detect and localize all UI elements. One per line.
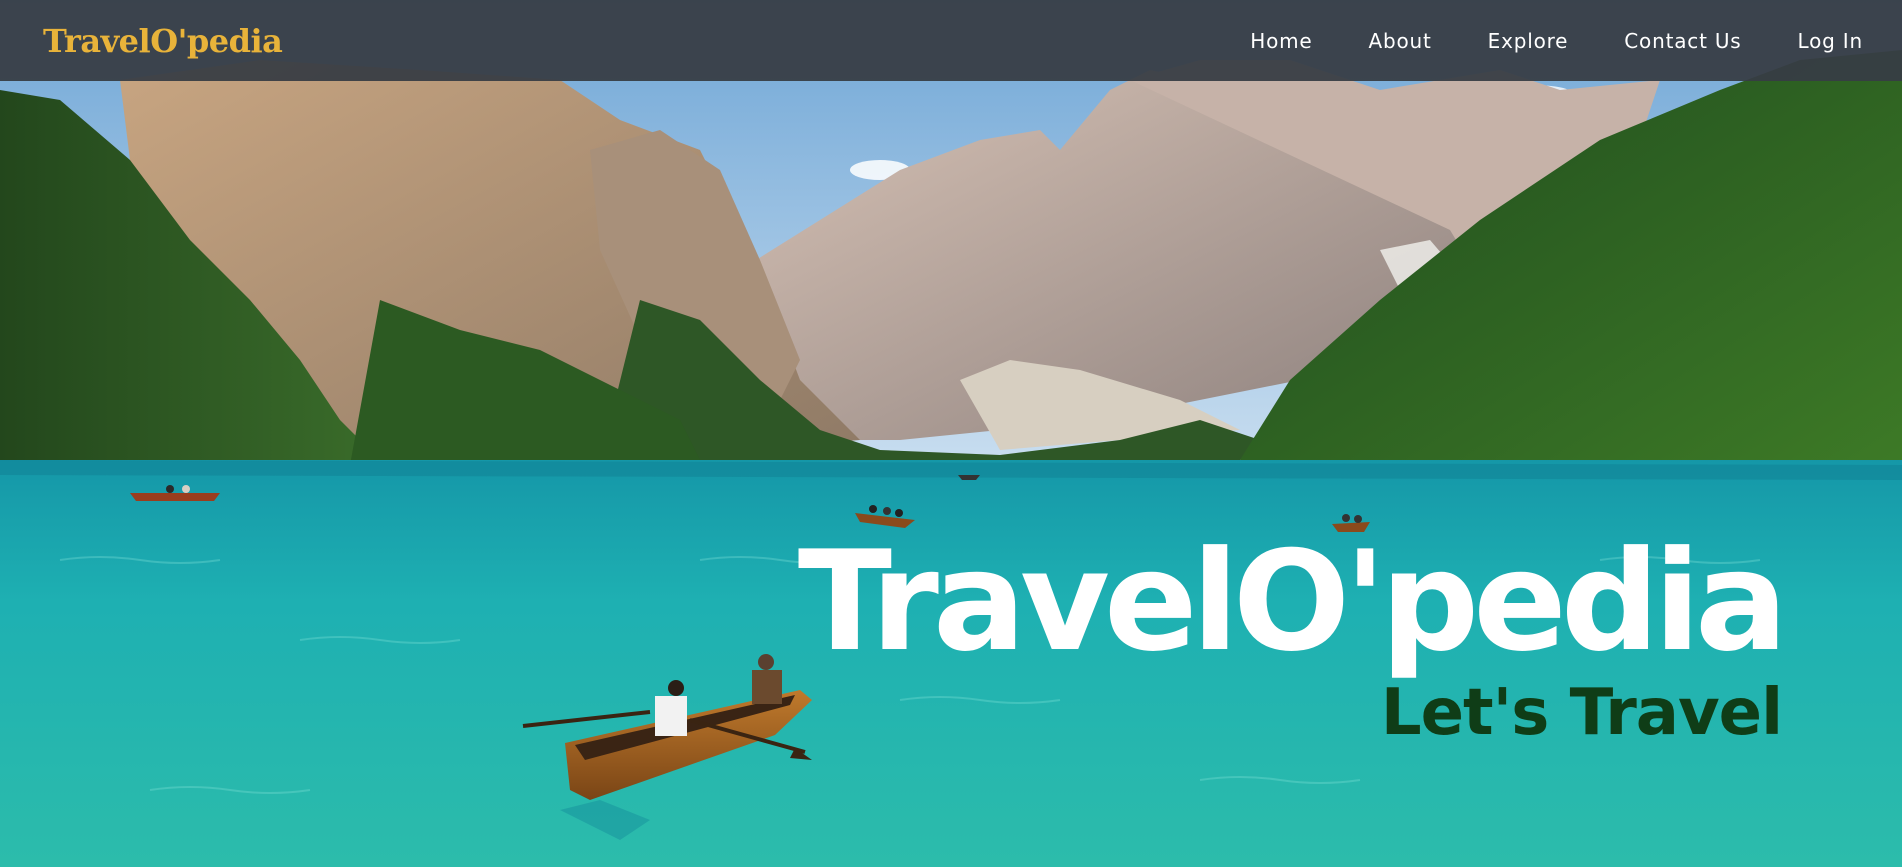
hero-subtitle: Let's Travel	[1380, 676, 1783, 750]
hero-title: TravelO'pedia	[797, 521, 1788, 682]
top-navbar: TravelO'pedia Home About Explore Contact…	[0, 0, 1902, 81]
nav-link-log-in[interactable]: Log In	[1798, 29, 1863, 53]
nav-link-explore[interactable]: Explore	[1488, 29, 1569, 53]
brand-logo[interactable]: TravelO'pedia	[43, 22, 283, 60]
nav-link-about[interactable]: About	[1369, 29, 1432, 53]
nav-links: Home About Explore Contact Us Log In	[1250, 29, 1863, 53]
nav-link-contact-us[interactable]: Contact Us	[1624, 29, 1741, 53]
hero-text-block: TravelO'pedia Let's Travel	[797, 521, 1788, 750]
page: TravelO'pedia Home About Explore Contact…	[0, 0, 1902, 867]
nav-link-home[interactable]: Home	[1250, 29, 1312, 53]
